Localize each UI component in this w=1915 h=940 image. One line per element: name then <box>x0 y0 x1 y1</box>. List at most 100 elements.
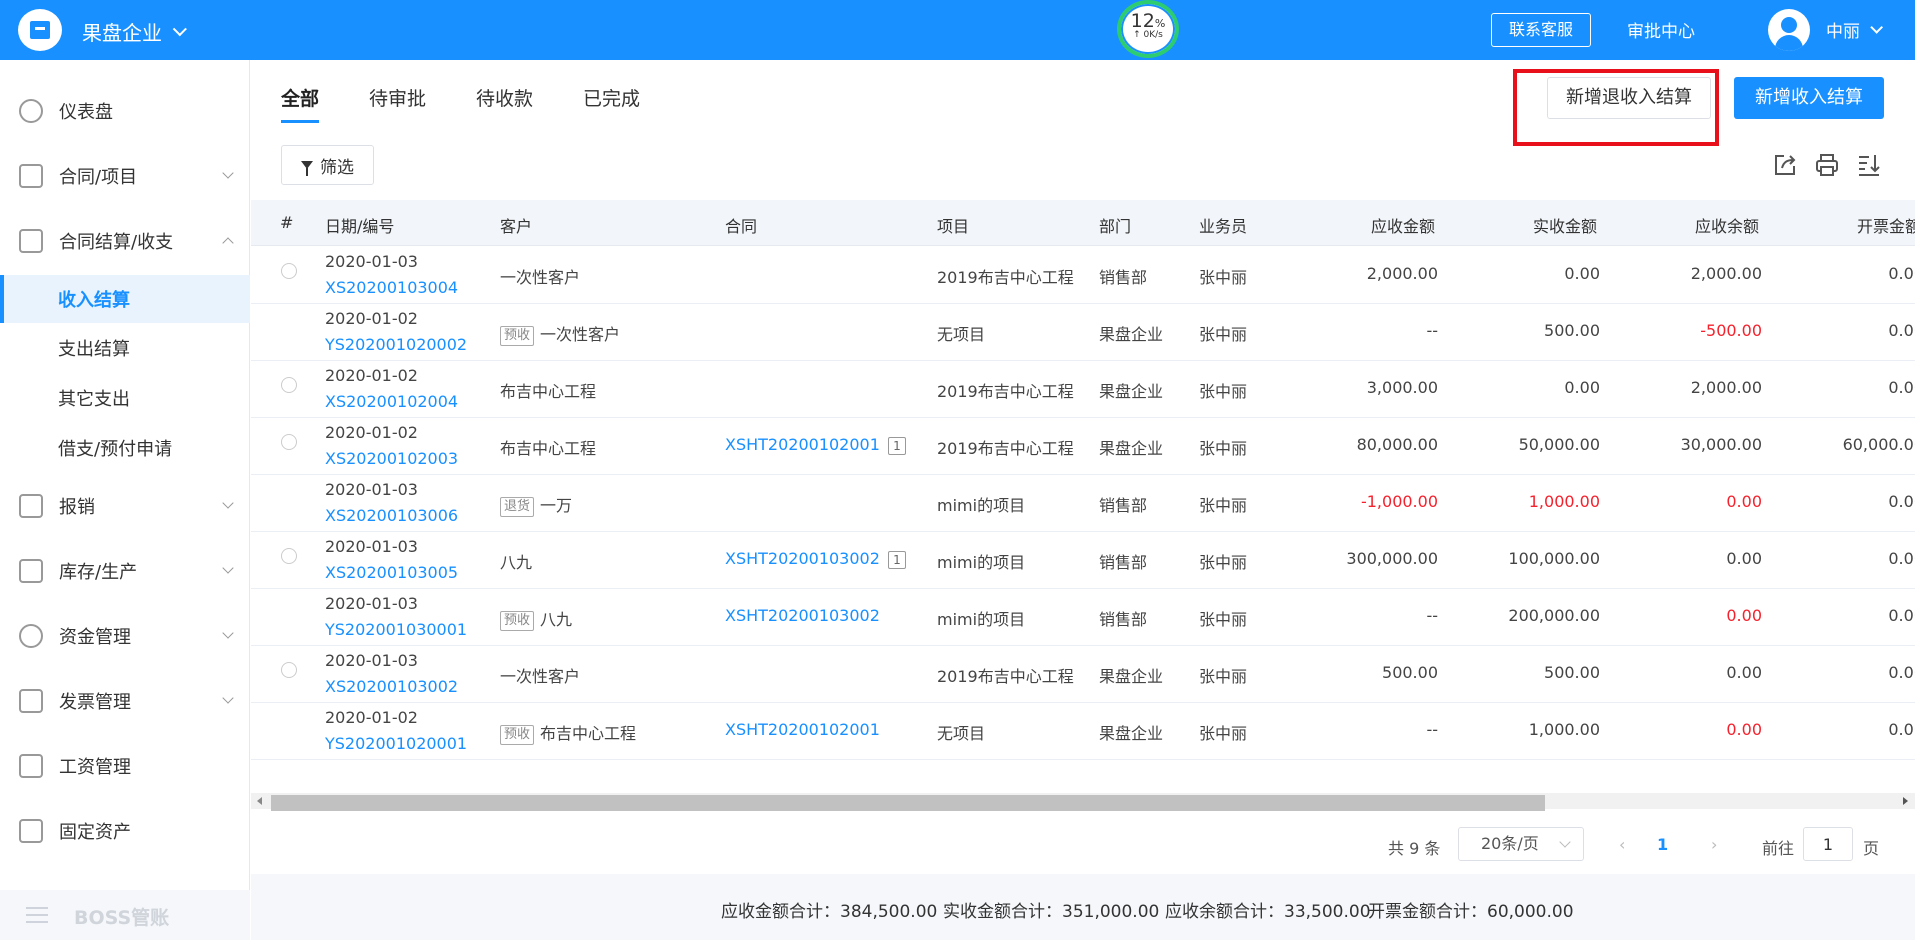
export-icon[interactable] <box>1772 152 1798 178</box>
sidebar-item-funds[interactable]: 资金管理 <box>0 611 250 661</box>
row-select-radio[interactable] <box>281 377 297 393</box>
row-salesperson: 张中丽 <box>1199 610 1248 629</box>
page-size-select[interactable]: 20条/页 <box>1458 827 1584 861</box>
row-doc-number[interactable]: XS20200103002 <box>325 677 458 696</box>
row-doc-number[interactable]: YS202001020002 <box>325 335 467 354</box>
scroll-left-icon[interactable] <box>257 797 262 805</box>
chevron-up-icon <box>222 237 234 249</box>
sidebar-item-settlement[interactable]: 合同结算/收支 <box>0 216 250 266</box>
contact-support-button[interactable]: 联系客服 <box>1491 13 1591 47</box>
row-invoiced: 0.00 <box>1888 378 1915 397</box>
page-number[interactable]: 1 <box>1657 835 1668 854</box>
row-contract-cell: XSHT20200103002 <box>725 606 880 625</box>
sidebar-item-payroll[interactable]: 工资管理 <box>0 741 250 791</box>
table-row[interactable]: 2020-01-02 YS202001020001 预收 布吉中心工程 XSHT2020… <box>251 703 1915 760</box>
tab-pending-payment[interactable]: 待收款 <box>476 84 533 123</box>
sidebar-item-label: 仪表盘 <box>59 102 113 123</box>
boss-toggle[interactable]: BOSS管账 <box>0 890 250 940</box>
row-doc-number[interactable]: XS20200102004 <box>325 392 458 411</box>
company-switcher[interactable]: 果盘企业 <box>82 17 187 46</box>
row-customer-cell: 八九 <box>500 549 532 573</box>
sidebar-item-contracts[interactable]: 合同/项目 <box>0 151 250 201</box>
table-row[interactable]: 2020-01-02 XS20200102003 布吉中心工程 XSHT2020010… <box>251 418 1915 475</box>
print-icon[interactable] <box>1814 152 1840 178</box>
page-jump-input[interactable] <box>1803 827 1853 861</box>
row-salesperson: 张中丽 <box>1199 496 1248 515</box>
row-date: 2020-01-03 <box>325 537 418 556</box>
filter-button[interactable]: 筛选 <box>281 145 374 185</box>
table-row[interactable]: 2020-01-03 XS20200103002 一次性客户 2019布吉中心工程 果盘… <box>251 646 1915 703</box>
goto-label: 前往 <box>1762 839 1795 858</box>
row-doc-number[interactable]: YS202001030001 <box>325 620 467 639</box>
sidebar-item-label: 借支/预付申请 <box>58 439 173 460</box>
total-balance: 应收余额合计：33,500.00 <box>1165 902 1371 922</box>
row-project: 2019布吉中心工程 <box>937 382 1074 401</box>
row-doc-number[interactable]: XS20200103006 <box>325 506 458 525</box>
table-row[interactable]: 2020-01-02 XS20200102004 布吉中心工程 2019布吉中心工程 果… <box>251 361 1915 418</box>
table-row[interactable]: 2020-01-03 XS20200103006 退货 一万 mimi的项目 销售部 张中丽… <box>251 475 1915 532</box>
table-row[interactable]: 2020-01-03 XS20200103004 一次性客户 2019布吉中心工程 销售… <box>251 247 1915 304</box>
row-received: 50,000.00 <box>1518 435 1600 454</box>
row-salesperson: 张中丽 <box>1199 724 1248 743</box>
sort-download-icon[interactable] <box>1856 152 1882 178</box>
row-type-tag: 预收 <box>500 325 535 346</box>
row-select-radio[interactable] <box>281 662 297 678</box>
row-receivable: 3,000.00 <box>1366 378 1438 397</box>
row-contract-link[interactable]: XSHT20200103002 <box>725 549 880 568</box>
boss-label: BOSS管账 <box>74 907 170 929</box>
row-receivable: 500.00 <box>1382 663 1438 682</box>
row-date: 2020-01-02 <box>325 423 418 442</box>
sidebar-subitem-expense-settlement[interactable]: 支出结算 <box>0 324 250 372</box>
row-select-radio[interactable] <box>281 263 297 279</box>
row-select-radio[interactable] <box>281 548 297 564</box>
tab-pending-approval[interactable]: 待审批 <box>369 84 426 123</box>
sidebar-item-label: 其它支出 <box>58 389 130 410</box>
scrollbar-thumb[interactable] <box>271 795 1545 811</box>
row-customer-cell: 一次性客户 <box>500 264 580 288</box>
row-date: 2020-01-02 <box>325 366 418 385</box>
tab-all[interactable]: 全部 <box>281 84 320 123</box>
sidebar-item-inventory[interactable]: 库存/生产 <box>0 546 250 596</box>
sidebar-item-reimbursement[interactable]: 报销 <box>0 481 250 531</box>
user-menu[interactable]: 中丽 <box>1826 17 1883 42</box>
row-receivable: -- <box>1426 720 1438 739</box>
approval-center-link[interactable]: 审批中心 <box>1627 17 1695 42</box>
row-receivable: -1,000.00 <box>1360 492 1438 511</box>
row-type-tag: 预收 <box>500 724 535 745</box>
sidebar-item-invoice[interactable]: 发票管理 <box>0 676 250 726</box>
row-invoiced: 0.00 <box>1888 264 1915 283</box>
row-contract-link[interactable]: XSHT20200102001 <box>725 435 880 454</box>
row-contract-link[interactable]: XSHT20200103002 <box>725 606 880 625</box>
row-doc-number[interactable]: YS202001020001 <box>325 734 467 753</box>
sidebar-item-fixed-assets[interactable]: 固定资产 <box>0 806 250 856</box>
chevron-down-icon <box>222 167 234 179</box>
row-contract-count-badge: 1 <box>887 550 906 569</box>
row-contract-link[interactable]: XSHT20200102001 <box>725 720 880 739</box>
horizontal-scrollbar[interactable] <box>251 793 1915 811</box>
column-header: 应收余额 <box>1695 217 1760 236</box>
avatar[interactable] <box>1768 9 1810 51</box>
row-select-radio[interactable] <box>281 434 297 450</box>
row-doc-number[interactable]: XS20200102003 <box>325 449 458 468</box>
row-customer-cell: 布吉中心工程 <box>500 435 596 459</box>
table-row[interactable]: 2020-01-02 YS202001020002 预收 一次性客户 无项目 果盘企业 张中… <box>251 304 1915 361</box>
chevron-down-icon <box>222 562 234 574</box>
prev-page-button[interactable]: ‹ <box>1619 835 1625 854</box>
speed-percent: 12 <box>1130 10 1155 32</box>
app-logo-icon[interactable] <box>18 9 62 51</box>
tab-completed[interactable]: 已完成 <box>583 84 640 123</box>
row-doc-number[interactable]: XS20200103005 <box>325 563 458 582</box>
row-project: 2019布吉中心工程 <box>937 667 1074 686</box>
table-row[interactable]: 2020-01-03 XS20200103005 八九 XSHT20200103002… <box>251 532 1915 589</box>
sidebar-item-dashboard[interactable]: 仪表盘 <box>0 86 250 136</box>
row-date: 2020-01-03 <box>325 252 418 271</box>
sidebar-subitem-income-settlement[interactable]: 收入结算 <box>0 275 250 323</box>
next-page-button[interactable]: › <box>1711 835 1717 854</box>
sidebar-subitem-other-expense[interactable]: 其它支出 <box>0 374 250 422</box>
table-row[interactable]: 2020-01-03 YS202001030001 预收 八九 XSHT20200103… <box>251 589 1915 646</box>
house-icon <box>19 819 43 843</box>
scroll-right-icon[interactable] <box>1903 797 1908 805</box>
sidebar-subitem-advance-request[interactable]: 借支/预付申请 <box>0 424 250 472</box>
add-income-settlement-button[interactable]: 新增收入结算 <box>1734 77 1884 119</box>
row-doc-number[interactable]: XS20200103004 <box>325 278 458 297</box>
